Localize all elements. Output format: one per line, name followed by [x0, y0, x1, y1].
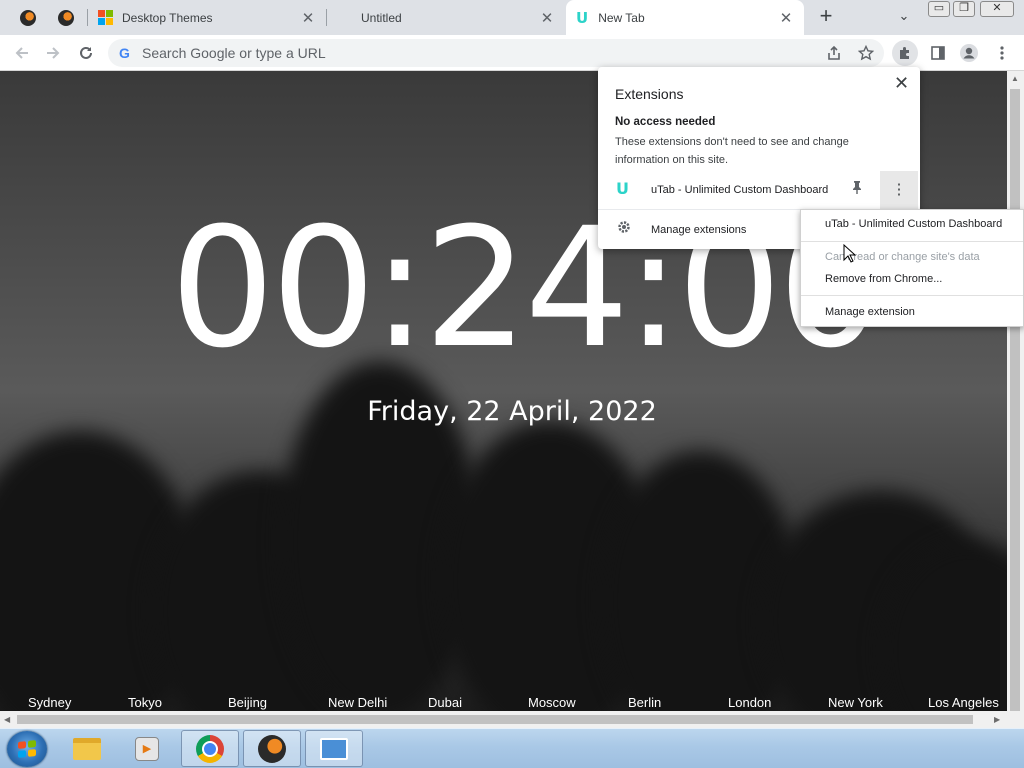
- city-label[interactable]: Dubai: [428, 695, 462, 710]
- context-item-extension-name[interactable]: uTab - Unlimited Custom Dashboard: [825, 218, 1002, 230]
- taskbar-control-panel[interactable]: [305, 730, 363, 767]
- bird-app-icon: [20, 9, 36, 26]
- taskbar-chrome[interactable]: [181, 730, 239, 767]
- extensions-puzzle-icon[interactable]: [892, 40, 918, 66]
- scrollbar-thumb[interactable]: [17, 715, 973, 724]
- city-label[interactable]: Los Angeles: [928, 695, 999, 710]
- extension-context-menu: uTab - Unlimited Custom Dashboard Can't …: [800, 209, 1024, 327]
- tab-label: New Tab: [598, 10, 645, 25]
- close-icon[interactable]: ✕: [894, 73, 909, 94]
- city-label[interactable]: New Delhi: [328, 695, 387, 710]
- pin-icon[interactable]: [851, 180, 863, 197]
- bird-app-icon: [258, 734, 286, 763]
- context-item-remove-from-chrome[interactable]: Remove from Chrome...: [825, 273, 942, 285]
- folder-icon: [73, 737, 101, 760]
- close-tab-icon[interactable]: ✕: [300, 10, 316, 27]
- extensions-popup-title: Extensions: [615, 86, 684, 102]
- more-options-kebab-icon[interactable]: ⋮: [880, 171, 918, 209]
- profile-avatar-icon[interactable]: [956, 40, 982, 66]
- pinned-tab-2[interactable]: [47, 0, 85, 35]
- divider: [801, 295, 1023, 296]
- chrome-menu-kebab-icon[interactable]: [989, 40, 1015, 66]
- chrome-icon: [196, 734, 224, 763]
- manage-extensions-label: Manage extensions: [651, 224, 747, 236]
- no-access-description: These extensions don't need to see and c…: [615, 136, 849, 166]
- share-icon[interactable]: [821, 40, 847, 66]
- tab-label: Desktop Themes: [122, 10, 213, 25]
- city-label[interactable]: Moscow: [528, 695, 576, 710]
- windows-logo-icon: [18, 740, 36, 758]
- tab-new-tab[interactable]: U New Tab ✕: [566, 0, 804, 35]
- tab-search-chevron-icon[interactable]: ⌄: [894, 8, 914, 26]
- mouse-cursor-icon: [843, 244, 857, 263]
- browser-toolbar: G Search Google or type a URL: [0, 35, 1024, 71]
- no-access-heading: No access needed: [615, 116, 716, 128]
- tab-untitled[interactable]: Untitled ✕: [327, 0, 565, 35]
- close-tab-icon[interactable]: ✕: [778, 10, 794, 27]
- city-label[interactable]: Beijing: [228, 695, 267, 710]
- world-clock-cities: Sydney Tokyo Beijing New Delhi Dubai Mos…: [0, 695, 1007, 711]
- microsoft-logo-icon: [98, 10, 113, 25]
- horizontal-scrollbar[interactable]: ◀ ▶: [0, 711, 1024, 728]
- taskbar-explorer[interactable]: [58, 730, 116, 767]
- minimize-button[interactable]: ▭: [928, 1, 950, 17]
- forward-arrow-icon[interactable]: [40, 40, 66, 66]
- scroll-right-arrow-icon[interactable]: ▶: [994, 715, 1000, 724]
- scrollbar-thumb[interactable]: [1010, 89, 1020, 711]
- start-button[interactable]: [7, 731, 47, 767]
- city-label[interactable]: Tokyo: [128, 695, 162, 710]
- new-tab-button[interactable]: +: [815, 5, 837, 28]
- extension-row-utab[interactable]: U uTab - Unlimited Custom Dashboard ⋮: [598, 171, 920, 209]
- window-close-button[interactable]: ✕: [980, 1, 1014, 17]
- side-panel-icon[interactable]: [925, 40, 951, 66]
- city-label[interactable]: London: [728, 695, 771, 710]
- context-item-manage-extension[interactable]: Manage extension: [825, 306, 915, 318]
- city-label[interactable]: New York: [828, 695, 883, 710]
- omnibox[interactable]: G Search Google or type a URL: [108, 39, 884, 67]
- tab-strip: Desktop Themes ✕ Untitled ✕ U New Tab ✕ …: [0, 0, 1024, 35]
- control-panel-icon: [320, 737, 348, 760]
- city-label[interactable]: Berlin: [628, 695, 661, 710]
- taskbar-media-player[interactable]: ▶: [118, 730, 176, 767]
- date-display: Friday, 22 April, 2022: [367, 396, 657, 427]
- tab-label: Untitled: [361, 10, 402, 25]
- omnibox-placeholder: Search Google or type a URL: [142, 45, 326, 61]
- city-label[interactable]: Sydney: [28, 695, 71, 710]
- taskbar-bird-app[interactable]: [243, 730, 301, 767]
- utab-icon: U: [576, 8, 589, 27]
- gear-icon: [617, 220, 631, 238]
- back-arrow-icon[interactable]: [9, 40, 35, 66]
- close-tab-icon[interactable]: ✕: [539, 10, 555, 27]
- pinned-tab-1[interactable]: [9, 0, 47, 35]
- extension-name[interactable]: uTab - Unlimited Custom Dashboard: [651, 184, 828, 196]
- google-g-icon: G: [119, 45, 130, 61]
- bird-app-icon: [58, 9, 74, 26]
- scroll-left-arrow-icon[interactable]: ◀: [4, 715, 10, 724]
- divider: [801, 241, 1023, 242]
- tab-desktop-themes[interactable]: Desktop Themes ✕: [88, 0, 326, 35]
- bookmark-star-icon[interactable]: [853, 40, 879, 66]
- reload-icon[interactable]: [73, 40, 99, 66]
- scroll-up-arrow-icon[interactable]: ▲: [1011, 74, 1019, 83]
- windows-taskbar: ▶: [0, 728, 1024, 768]
- vertical-scrollbar[interactable]: ▲: [1007, 71, 1024, 711]
- restore-button[interactable]: ❐: [953, 1, 975, 17]
- utab-icon: U: [616, 179, 629, 198]
- media-player-icon: ▶: [135, 736, 159, 761]
